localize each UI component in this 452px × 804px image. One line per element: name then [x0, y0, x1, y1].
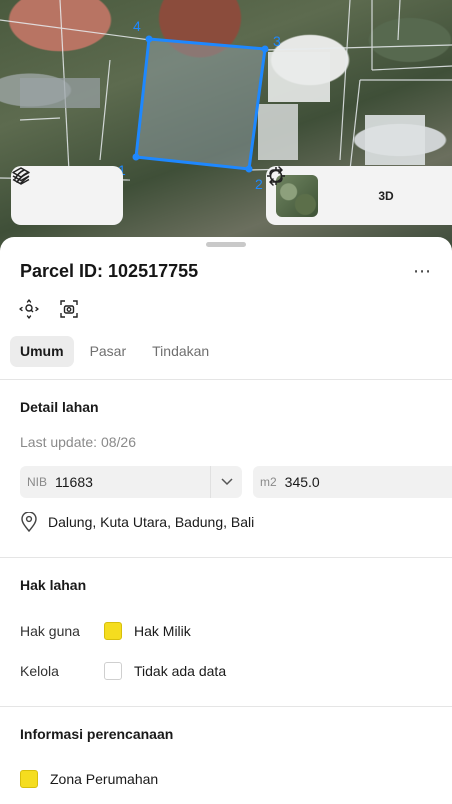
right-row-hak-guna: Hak guna Hak Milik: [20, 622, 191, 640]
zone-label: Zona Perumahan: [50, 771, 159, 787]
nib-value: 11683: [55, 474, 93, 490]
tab-pasar[interactable]: Pasar: [80, 336, 137, 367]
map-view-panel: 3D: [266, 166, 452, 225]
parcel-vertex[interactable]: [261, 45, 269, 53]
building-shape: [20, 78, 100, 108]
tab-umum[interactable]: Umum: [10, 336, 74, 367]
rotate-icon: [269, 166, 283, 186]
vertex-label-2: 2: [255, 176, 263, 192]
divider: [0, 379, 452, 380]
recenter-button[interactable]: [18, 298, 40, 320]
parcel-vertex[interactable]: [145, 35, 153, 43]
tab-tindakan[interactable]: Tindakan: [142, 336, 219, 367]
building-shape: [268, 52, 330, 102]
right-key: Kelola: [20, 663, 59, 679]
status-swatch: [104, 662, 122, 680]
parcel-vertex[interactable]: [132, 153, 140, 161]
nib-label: NIB: [27, 475, 48, 489]
layers-button[interactable]: [12, 167, 61, 212]
last-update-text: Last update: 08/26: [20, 434, 136, 450]
draw-button[interactable]: [14, 169, 105, 212]
draw-icon: [14, 169, 29, 184]
nib-select[interactable]: NIB 11683: [20, 466, 242, 498]
vertex-label-3: 3: [273, 33, 281, 49]
section-title-detail: Detail lahan: [20, 399, 99, 415]
screenshot-button[interactable]: [58, 298, 80, 320]
sheet-drag-handle[interactable]: [206, 242, 246, 247]
recenter-icon: [19, 299, 39, 319]
page-title: Parcel ID: 102517755: [20, 260, 199, 281]
location-text: Dalung, Kuta Utara, Badung, Bali: [48, 514, 255, 530]
right-row-kelola: Kelola Tidak ada data: [20, 662, 226, 680]
building-shape: [258, 104, 298, 160]
selected-parcel[interactable]: [134, 37, 267, 171]
sheet-tabs: Umum Pasar Tindakan: [10, 336, 219, 367]
building-shape: [365, 115, 425, 165]
more-options-button[interactable]: ⋯: [413, 261, 432, 282]
rotate-button[interactable]: [269, 166, 444, 212]
area-value: 345.0: [284, 474, 320, 490]
parcel-vertex[interactable]: [245, 165, 253, 173]
area-field: m2 345.0: [253, 466, 452, 498]
location-row: Dalung, Kuta Utara, Badung, Bali: [20, 512, 254, 532]
section-title-planning: Informasi perencanaan: [20, 726, 174, 742]
locate-button[interactable]: [267, 167, 360, 212]
divider: [0, 557, 452, 558]
location-pin-icon: [21, 512, 37, 532]
area-unit-label: m2: [260, 475, 277, 489]
section-title-rights: Hak lahan: [20, 577, 87, 593]
divider: [0, 706, 452, 707]
3d-button[interactable]: 3D: [370, 180, 402, 212]
chevron-down-icon[interactable]: [210, 466, 242, 498]
satellite-map[interactable]: 4 3 1 2 3D: [0, 0, 452, 260]
right-value: Hak Milik: [134, 623, 191, 639]
sheet-header: Parcel ID: 102517755 ⋯: [20, 259, 432, 283]
right-key: Hak guna: [20, 623, 80, 639]
map-tools-panel: [11, 166, 123, 225]
zone-row: Zona Perumahan: [20, 770, 158, 788]
vertex-label-4: 4: [133, 18, 141, 34]
parcel-actions: [18, 298, 80, 320]
status-swatch: [104, 622, 122, 640]
parcel-bottom-sheet: Parcel ID: 102517755 ⋯ Umum Pasar Tindak…: [0, 237, 452, 804]
zone-swatch: [20, 770, 38, 788]
screenshot-icon: [60, 300, 78, 318]
right-value: Tidak ada data: [134, 663, 227, 679]
